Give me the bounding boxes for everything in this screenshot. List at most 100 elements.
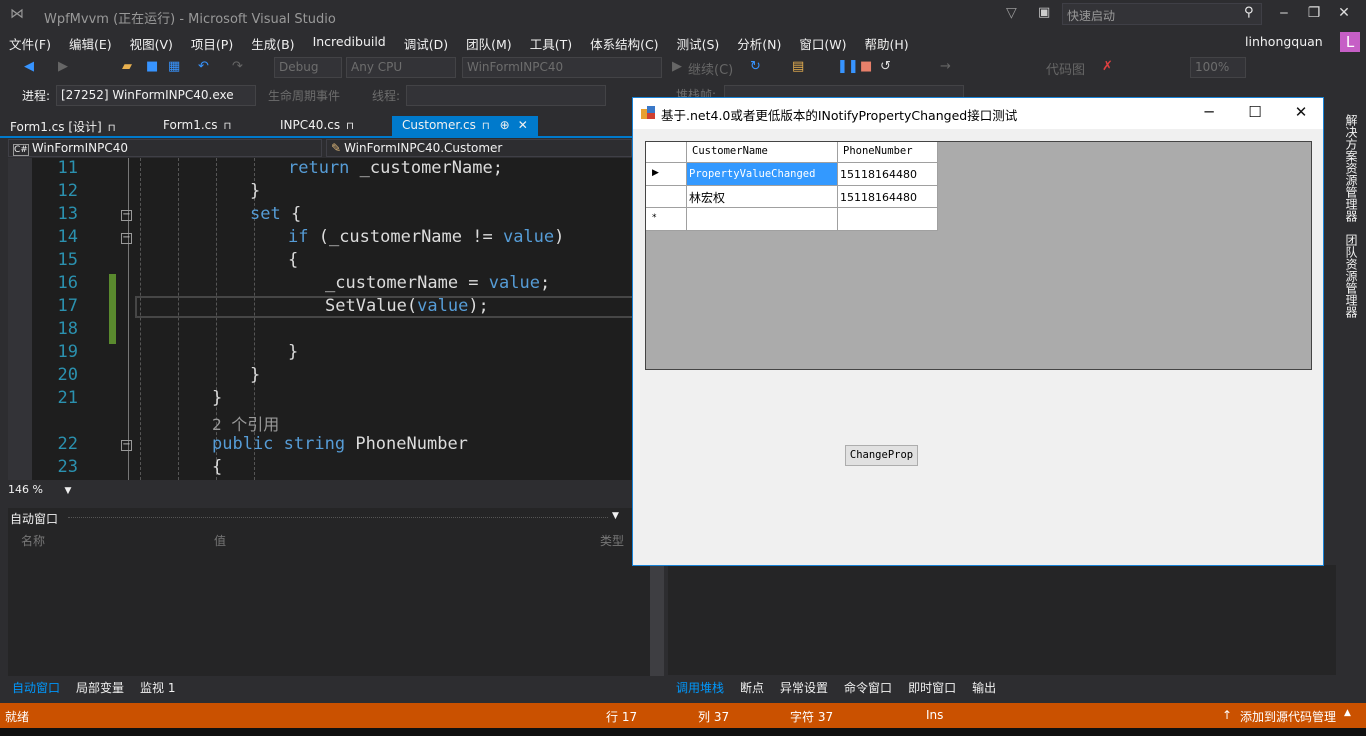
menu-item[interactable]: 视图(V): [121, 31, 182, 53]
codemap-button[interactable]: 代码图: [1046, 59, 1085, 78]
save-all-icon[interactable]: ▦: [168, 59, 180, 74]
tool-tab[interactable]: 自动窗口: [8, 677, 64, 697]
upload-icon: ↑: [1222, 708, 1233, 722]
tab-0[interactable]: Form1.cs [设计] ⊓: [0, 116, 126, 136]
dialog-minimize-button[interactable]: ─: [1199, 103, 1219, 121]
menu-item[interactable]: 调试(D): [395, 31, 457, 53]
collapse-icon[interactable]: −: [121, 233, 132, 244]
continue-button[interactable]: 继续(C): [688, 59, 733, 78]
close-tab-icon[interactable]: ✕: [518, 118, 528, 132]
close-button[interactable]: ✕: [1334, 5, 1354, 21]
customer-name-cell[interactable]: PropertyValueChanged: [687, 163, 838, 186]
process-select[interactable]: [27252] WinFormINPC40.exe: [56, 85, 256, 106]
dialog-close-button[interactable]: ✕: [1291, 103, 1311, 121]
play-icon[interactable]: ▶: [672, 59, 682, 74]
code-line: 14 if (_customerName != value): [8, 227, 632, 250]
menu-item[interactable]: 项目(P): [182, 31, 242, 53]
column-type[interactable]: 类型: [600, 532, 624, 549]
customer-name-cell[interactable]: 林宏权: [687, 186, 838, 208]
menu-item[interactable]: 团队(M): [457, 31, 521, 53]
data-grid[interactable]: CustomerName PhoneNumber ▶ PropertyValueCha…: [645, 141, 1312, 370]
collapse-icon[interactable]: −: [121, 210, 132, 221]
tool-tab[interactable]: 输出: [968, 677, 1000, 697]
solution-explorer-tab[interactable]: 解决方案资源管理器: [1343, 114, 1360, 222]
column-name[interactable]: 名称: [21, 532, 45, 549]
menu-item[interactable]: 分析(N): [728, 31, 790, 53]
phone-number-cell[interactable]: [838, 208, 938, 231]
restore-button[interactable]: ❐: [1304, 5, 1324, 21]
lock-icon[interactable]: ⊓: [346, 121, 354, 132]
thread-select[interactable]: [406, 85, 606, 106]
row-header[interactable]: ▶: [646, 163, 687, 186]
forward-icon[interactable]: ▶: [58, 59, 68, 74]
tool-tab[interactable]: 命令窗口: [840, 677, 896, 697]
menu-item[interactable]: 测试(S): [668, 31, 729, 53]
lifecycle-events-button[interactable]: 生命周期事件: [268, 87, 340, 104]
tool-tab[interactable]: 异常设置: [776, 677, 832, 697]
dock-icon[interactable]: ⊕: [500, 118, 510, 132]
back-icon[interactable]: ◀: [24, 59, 34, 74]
dropdown-icon[interactable]: ▼: [612, 511, 619, 521]
phone-number-cell[interactable]: 15118164480: [838, 163, 938, 186]
pause-icon[interactable]: ❚❚: [837, 59, 859, 74]
chevron-up-icon[interactable]: ▲: [1344, 708, 1351, 718]
open-file-icon[interactable]: ▰: [122, 59, 132, 74]
tool-tab[interactable]: 断点: [736, 677, 768, 697]
find-icon[interactable]: ▤: [792, 59, 804, 74]
project-select[interactable]: C# WinFormINPC40: [8, 139, 322, 157]
tool-tab[interactable]: 调用堆栈: [672, 677, 728, 697]
column-value[interactable]: 值: [214, 532, 226, 549]
search-icon[interactable]: ⚲: [1244, 5, 1254, 20]
menu-item[interactable]: 生成(B): [242, 31, 303, 53]
startup-project-select[interactable]: WinFormINPC40: [462, 57, 662, 78]
user-name[interactable]: linhongquan: [1245, 34, 1323, 49]
platform-select[interactable]: Any CPU: [346, 57, 456, 78]
row-header[interactable]: *: [646, 208, 687, 231]
tab-3[interactable]: Customer.cs ⊓ ⊕ ✕: [392, 116, 538, 136]
menu-item[interactable]: 窗口(W): [790, 31, 855, 53]
tool-tab[interactable]: 局部变量: [72, 677, 128, 697]
minimize-button[interactable]: ‒: [1274, 5, 1294, 21]
filter-icon[interactable]: ▽: [1006, 5, 1017, 21]
quick-launch-input[interactable]: 快速启动: [1062, 3, 1262, 25]
collapse-icon[interactable]: −: [121, 440, 132, 451]
save-icon[interactable]: ■: [146, 59, 158, 74]
menu-item[interactable]: 体系结构(C): [581, 31, 667, 53]
lock-icon[interactable]: ⊓: [108, 123, 116, 134]
customer-name-cell[interactable]: [687, 208, 838, 231]
config-select[interactable]: Debug: [274, 57, 342, 78]
menu-item[interactable]: 编辑(E): [60, 31, 121, 53]
menu-item[interactable]: 文件(F): [0, 31, 60, 53]
avatar[interactable]: L: [1340, 32, 1360, 52]
step-icon[interactable]: →: [940, 59, 951, 74]
dialog-maximize-button[interactable]: ☐: [1245, 103, 1265, 121]
tool-tab[interactable]: 即时窗口: [904, 677, 960, 697]
tab-2[interactable]: INPC40.cs ⊓: [270, 116, 364, 136]
row-header[interactable]: [646, 186, 687, 208]
phone-number-cell[interactable]: 15118164480: [838, 186, 938, 208]
menu-item[interactable]: 帮助(H): [856, 31, 918, 53]
breakpoint-icon[interactable]: ✗: [1102, 59, 1113, 74]
stop-icon[interactable]: ■: [860, 59, 872, 74]
lock-icon[interactable]: ⊓: [224, 121, 232, 132]
tab-1[interactable]: Form1.cs ⊓: [153, 116, 241, 136]
feedback-icon[interactable]: ▣: [1038, 5, 1050, 20]
zoom-level[interactable]: 146 %: [8, 483, 43, 496]
chevron-down-icon[interactable]: ▼: [64, 486, 71, 496]
redo-icon[interactable]: ↷: [232, 59, 243, 74]
restart-icon[interactable]: ↺: [880, 59, 891, 74]
menu-item[interactable]: 工具(T): [521, 31, 581, 53]
column-header[interactable]: PhoneNumber: [838, 142, 938, 163]
refresh-icon[interactable]: ↻: [750, 59, 761, 74]
column-header[interactable]: CustomerName: [687, 142, 838, 163]
zoom-select[interactable]: 100%: [1190, 57, 1246, 78]
type-select[interactable]: ✎ WinFormINPC40.Customer: [326, 139, 632, 157]
menu-item[interactable]: Incredibuild: [304, 31, 395, 53]
code-editor[interactable]: 11 return _customerName; 12} 13 set {14 if (_…: [8, 158, 632, 480]
undo-icon[interactable]: ↶: [198, 59, 209, 74]
tool-tab[interactable]: 监视 1: [136, 677, 179, 697]
team-explorer-tab[interactable]: 团队资源管理器: [1343, 234, 1360, 318]
lock-icon[interactable]: ⊓: [482, 121, 490, 132]
add-source-control-button[interactable]: 添加到源代码管理: [1240, 708, 1336, 725]
change-prop-button[interactable]: ChangeProp: [845, 445, 918, 466]
